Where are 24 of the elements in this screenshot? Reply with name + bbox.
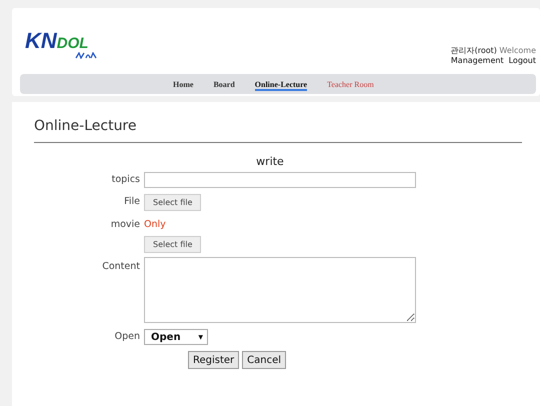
logo[interactable]: KNDOL [25, 30, 88, 52]
nav-link[interactable]: Teacher Room [327, 78, 374, 90]
field-label: File [123, 195, 140, 207]
header-link[interactable]: Logout [508, 56, 536, 66]
header-link[interactable]: Management [450, 56, 504, 66]
content-textarea[interactable] [144, 257, 416, 323]
page-title: Online-Lecture [34, 118, 138, 134]
field-label: Content [101, 260, 140, 272]
logo-tagline-icon [75, 52, 97, 59]
movie-note: Only [144, 218, 166, 230]
field-label: movie [110, 218, 140, 230]
field-label: topics [110, 173, 140, 185]
field-label: Open [114, 330, 140, 342]
user-name: 관리자(root) [450, 46, 497, 55]
nav-link[interactable]: Online-Lecture [254, 78, 308, 90]
form-heading: write [255, 155, 285, 168]
welcome-text: Welcome [499, 46, 536, 55]
nav-link[interactable]: Board [213, 78, 235, 90]
form-button[interactable]: Cancel [242, 351, 286, 369]
select-file-button[interactable]: Select file [144, 194, 202, 211]
form-button[interactable]: Register [188, 351, 240, 369]
select-file-button[interactable]: Select file [144, 236, 202, 253]
nav-link[interactable]: Home [173, 78, 194, 90]
topics-input[interactable] [144, 172, 416, 188]
